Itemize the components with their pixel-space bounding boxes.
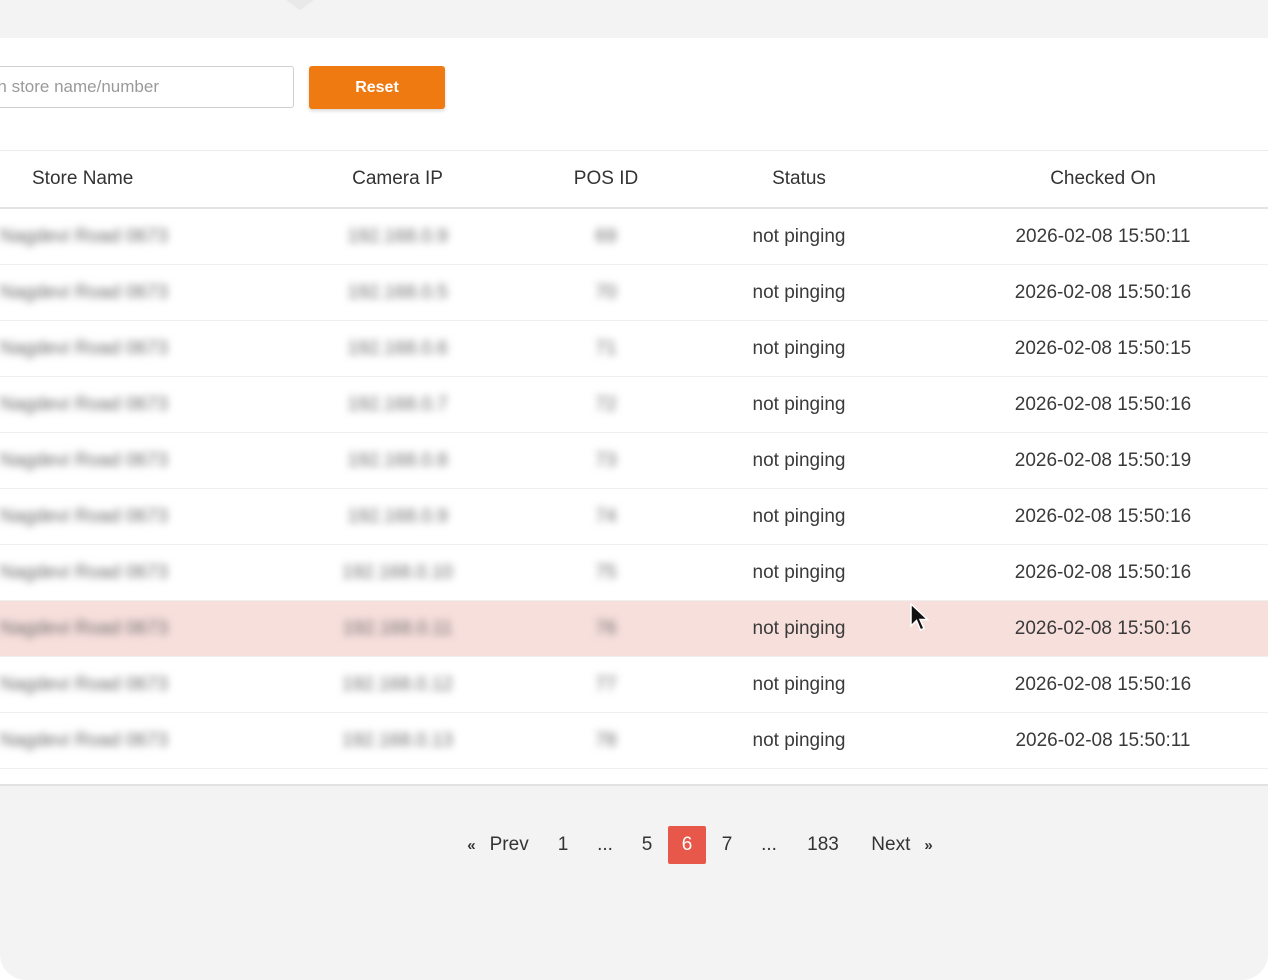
page-link[interactable]: 1 bbox=[550, 826, 576, 864]
page-link[interactable]: 7 bbox=[714, 826, 740, 864]
table-row[interactable]: Nagdevi Road 0673 192.168.0.5 70 not pingin… bbox=[0, 265, 1268, 321]
app-frame: Reset Store Name Camera IP POS ID Status… bbox=[0, 0, 1268, 980]
mouse-cursor-icon bbox=[910, 602, 930, 631]
cell-checked-on: 2026-02-08 15:50:16 bbox=[1014, 617, 1192, 639]
cell-store-name: Nagdevi Road 0673 bbox=[0, 561, 168, 583]
table-row[interactable]: Nagdevi Road 0673 192.168.0.9 74 not pingin… bbox=[0, 489, 1268, 545]
table-row[interactable]: Nagdevi Road 0673 192.168.0.11 76 not pingi… bbox=[0, 601, 1268, 657]
cell-status: not pinging bbox=[752, 505, 846, 527]
table-row[interactable]: Nagdevi Road 0673 192.168.0.10 75 not pingi… bbox=[0, 545, 1268, 601]
cell-status: not pinging bbox=[752, 729, 846, 751]
cell-status: not pinging bbox=[752, 617, 846, 639]
cell-status: not pinging bbox=[752, 673, 846, 695]
table-body: Nagdevi Road 0673 192.168.0.9 69 not pingin… bbox=[0, 209, 1268, 769]
table-row[interactable]: Nagdevi Road 0673 192.168.0.9 69 not pingin… bbox=[0, 209, 1268, 265]
cell-store-name: Nagdevi Road 0673 bbox=[0, 225, 168, 247]
page-link-last[interactable]: 183 bbox=[800, 826, 846, 864]
double-chevron-right-icon: » bbox=[924, 836, 933, 854]
table-row[interactable]: Nagdevi Road 0673 192.168.0.12 77 not pingi… bbox=[0, 657, 1268, 713]
cell-checked-on: 2026-02-08 15:50:16 bbox=[1014, 393, 1192, 415]
cell-camera-ip: 192.168.0.11 bbox=[342, 617, 453, 639]
search-input[interactable] bbox=[0, 66, 294, 108]
cell-camera-ip: 192.168.0.5 bbox=[347, 281, 448, 303]
cell-checked-on: 2026-02-08 15:50:16 bbox=[1014, 281, 1192, 303]
cell-checked-on: 2026-02-08 15:50:15 bbox=[1014, 337, 1192, 359]
cell-checked-on: 2026-02-08 15:50:19 bbox=[1014, 449, 1192, 471]
cell-pos-id: 78 bbox=[595, 729, 617, 751]
cell-store-name: Nagdevi Road 0673 bbox=[0, 449, 168, 471]
cell-pos-id: 73 bbox=[595, 449, 617, 471]
cell-pos-id: 75 bbox=[595, 561, 617, 583]
table-row[interactable]: Nagdevi Road 0673 192.168.0.7 72 not pingin… bbox=[0, 377, 1268, 433]
cell-checked-on: 2026-02-08 15:50:16 bbox=[1014, 673, 1192, 695]
table-row[interactable]: Nagdevi Road 0673 192.168.0.13 78 not pingi… bbox=[0, 713, 1268, 769]
column-header-camera-ip[interactable]: Camera IP bbox=[300, 151, 495, 207]
cell-camera-ip: 192.168.0.9 bbox=[347, 225, 448, 247]
cell-pos-id: 74 bbox=[595, 505, 617, 527]
cell-store-name: Nagdevi Road 0673 bbox=[0, 505, 168, 527]
cell-store-name: Nagdevi Road 0673 bbox=[0, 673, 168, 695]
column-header-checked-on[interactable]: Checked On bbox=[960, 151, 1246, 207]
cell-store-name: Nagdevi Road 0673 bbox=[0, 337, 168, 359]
cell-status: not pinging bbox=[752, 393, 846, 415]
popover-notch bbox=[286, 0, 314, 10]
cell-status: not pinging bbox=[752, 449, 846, 471]
cell-camera-ip: 192.168.0.10 bbox=[342, 561, 453, 583]
cell-camera-ip: 192.168.0.9 bbox=[347, 505, 448, 527]
cell-store-name: Nagdevi Road 0673 bbox=[0, 393, 168, 415]
reset-button[interactable]: Reset bbox=[309, 66, 445, 109]
cell-status: not pinging bbox=[752, 337, 846, 359]
cell-camera-ip: 192.168.0.6 bbox=[347, 337, 448, 359]
cell-checked-on: 2026-02-08 15:50:16 bbox=[1014, 505, 1192, 527]
cell-camera-ip: 192.168.0.13 bbox=[342, 729, 453, 751]
cell-camera-ip: 192.168.0.7 bbox=[347, 393, 448, 415]
cell-pos-id: 72 bbox=[595, 393, 617, 415]
cell-camera-ip: 192.168.0.12 bbox=[342, 673, 453, 695]
next-label: Next bbox=[871, 834, 911, 855]
cell-pos-id: 76 bbox=[595, 617, 617, 639]
table-row[interactable]: Nagdevi Road 0673 192.168.0.6 71 not pingin… bbox=[0, 321, 1268, 377]
next-page-button[interactable]: Next » bbox=[862, 826, 942, 864]
cell-pos-id: 71 bbox=[595, 337, 617, 359]
prev-page-button[interactable]: « Prev bbox=[458, 826, 538, 864]
cell-status: not pinging bbox=[752, 225, 846, 247]
cell-store-name: Nagdevi Road 0673 bbox=[0, 617, 168, 639]
page-link-current[interactable]: 6 bbox=[668, 826, 706, 864]
cell-camera-ip: 192.168.0.8 bbox=[347, 449, 448, 471]
cell-status: not pinging bbox=[752, 561, 846, 583]
cell-checked-on: 2026-02-08 15:50:11 bbox=[1015, 729, 1191, 751]
page-ellipsis: ... bbox=[761, 834, 777, 855]
cell-pos-id: 69 bbox=[595, 225, 617, 247]
cell-status: not pinging bbox=[752, 281, 846, 303]
top-band bbox=[0, 0, 1268, 39]
prev-label: Prev bbox=[489, 834, 529, 855]
column-header-status[interactable]: Status bbox=[700, 151, 898, 207]
table-row[interactable]: Nagdevi Road 0673 192.168.0.8 73 not pingin… bbox=[0, 433, 1268, 489]
cell-pos-id: 77 bbox=[595, 673, 617, 695]
table-header: Store Name Camera IP POS ID Status Check… bbox=[0, 150, 1268, 209]
cell-store-name: Nagdevi Road 0673 bbox=[0, 729, 168, 751]
cell-store-name: Nagdevi Road 0673 bbox=[0, 281, 168, 303]
double-chevron-left-icon: « bbox=[467, 836, 476, 854]
column-header-pos-id[interactable]: POS ID bbox=[540, 151, 672, 207]
cell-pos-id: 70 bbox=[595, 281, 617, 303]
pagination-bar bbox=[0, 784, 1268, 980]
column-header-store-name[interactable]: Store Name bbox=[0, 151, 170, 207]
cell-checked-on: 2026-02-08 15:50:11 bbox=[1015, 225, 1191, 247]
page-link[interactable]: 5 bbox=[634, 826, 660, 864]
store-status-table: Store Name Camera IP POS ID Status Check… bbox=[0, 150, 1268, 769]
page-ellipsis: ... bbox=[597, 834, 613, 855]
cell-checked-on: 2026-02-08 15:50:16 bbox=[1014, 561, 1192, 583]
